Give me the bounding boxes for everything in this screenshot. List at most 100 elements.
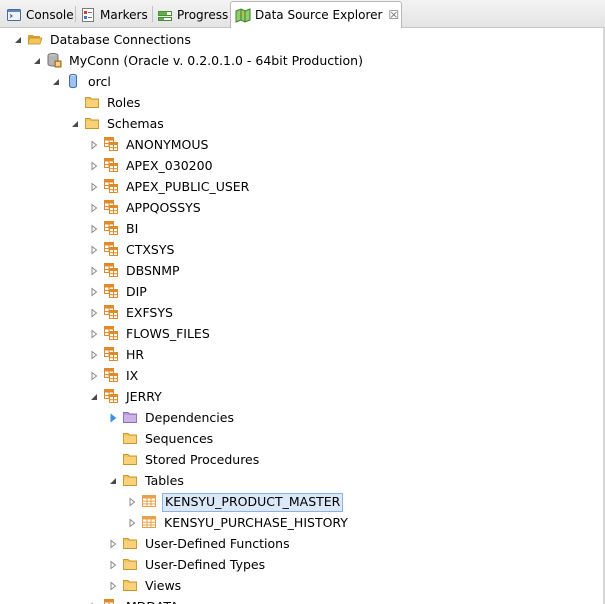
tree-node-label[interactable]: APEX_PUBLIC_USER: [124, 178, 251, 195]
tree-node[interactable]: CTXSYS: [0, 239, 600, 260]
tree-node[interactable]: ANONYMOUS: [0, 134, 600, 155]
tree-node[interactable]: BI: [0, 218, 600, 239]
schema-icon: [103, 178, 119, 194]
tree-node[interactable]: APEX_030200: [0, 155, 600, 176]
tree-node[interactable]: MyConn (Oracle v. 0.2.0.1.0 - 64bit Prod…: [0, 50, 600, 71]
console-icon: [6, 7, 22, 23]
tree-node[interactable]: User-Defined Types: [0, 554, 600, 575]
tree-node-label[interactable]: Tables: [143, 472, 186, 489]
folder-icon: [122, 556, 138, 572]
tree-node-label[interactable]: HR: [124, 346, 146, 363]
collapsed-arrow-icon[interactable]: [89, 223, 99, 234]
tree-node[interactable]: Roles: [0, 92, 600, 113]
tree-node[interactable]: APEX_PUBLIC_USER: [0, 176, 600, 197]
expanded-arrow-icon[interactable]: [70, 118, 80, 128]
tree-node-label[interactable]: BI: [124, 220, 140, 237]
tree-node[interactable]: User-Defined Functions: [0, 533, 600, 554]
tree-node[interactable]: Database Connections: [0, 29, 600, 50]
collapsed-arrow-icon[interactable]: [108, 580, 118, 591]
collapsed-arrow-icon[interactable]: [127, 517, 137, 528]
collapsed-arrow-icon[interactable]: [89, 139, 99, 150]
tree-node[interactable]: HR: [0, 344, 600, 365]
schema-icon: [103, 220, 119, 236]
tree-node-label[interactable]: KENSYU_PRODUCT_MASTER: [162, 493, 344, 512]
expanded-arrow-icon[interactable]: [108, 475, 118, 485]
tree-node-label[interactable]: MDDATA: [124, 598, 181, 604]
collapsed-arrow-icon[interactable]: [108, 412, 118, 423]
collapsed-arrow-icon[interactable]: [89, 202, 99, 213]
tree-node-label[interactable]: Views: [143, 577, 183, 594]
tab-markers[interactable]: Markers: [76, 2, 152, 27]
tree-node[interactable]: DIP: [0, 281, 600, 302]
tree-node-label[interactable]: APEX_030200: [124, 157, 215, 174]
tree-node-label[interactable]: MyConn (Oracle v. 0.2.0.1.0 - 64bit Prod…: [67, 52, 365, 69]
folder-open-icon: [27, 31, 43, 47]
tree-node[interactable]: orcl: [0, 71, 600, 92]
collapsed-arrow-icon[interactable]: [89, 286, 99, 297]
tree-node-label[interactable]: DIP: [124, 283, 149, 300]
tree-node[interactable]: Sequences: [0, 428, 600, 449]
folder-purple-icon: [122, 409, 138, 425]
tree-node-label[interactable]: JERRY: [124, 388, 164, 405]
collapsed-arrow-icon[interactable]: [108, 559, 118, 570]
expanded-arrow-icon[interactable]: [89, 391, 99, 401]
tree-node-label[interactable]: User-Defined Types: [143, 556, 267, 573]
tree-node[interactable]: EXFSYS: [0, 302, 600, 323]
expanded-arrow-icon[interactable]: [51, 76, 61, 86]
schema-icon: [103, 346, 119, 362]
tree-node-label[interactable]: CTXSYS: [124, 241, 176, 258]
collapsed-arrow-icon[interactable]: [89, 307, 99, 318]
tab-label: Markers: [100, 7, 148, 22]
markers-icon: [80, 7, 96, 23]
tree-node-label[interactable]: APPQOSSYS: [124, 199, 203, 216]
close-icon[interactable]: ☒: [388, 9, 399, 21]
tree-node-label[interactable]: Sequences: [143, 430, 215, 447]
schema-icon: [103, 241, 119, 257]
collapsed-arrow-icon[interactable]: [89, 181, 99, 192]
progress-icon: [157, 7, 173, 23]
collapsed-arrow-icon[interactable]: [89, 328, 99, 339]
tree-node[interactable]: Schemas: [0, 113, 600, 134]
tree-node-label[interactable]: Database Connections: [48, 31, 193, 48]
folder-icon: [122, 472, 138, 488]
tree-node[interactable]: JERRY: [0, 386, 600, 407]
tree-node-label[interactable]: orcl: [86, 73, 113, 90]
tree-node-label[interactable]: Schemas: [105, 115, 166, 132]
tree-node[interactable]: Tables: [0, 470, 600, 491]
tree-node[interactable]: DBSNMP: [0, 260, 600, 281]
tree-node-label[interactable]: DBSNMP: [124, 262, 182, 279]
tree-node-label[interactable]: User-Defined Functions: [143, 535, 292, 552]
collapsed-arrow-icon[interactable]: [108, 538, 118, 549]
tree-node[interactable]: IX: [0, 365, 600, 386]
tab-data-source-explorer[interactable]: Data Source Explorer ☒: [230, 1, 402, 28]
tree-node-label[interactable]: Dependencies: [143, 409, 236, 426]
folder-icon: [84, 94, 100, 110]
tree-node[interactable]: FLOWS_FILES: [0, 323, 600, 344]
expanded-arrow-icon[interactable]: [13, 34, 23, 44]
tree-node[interactable]: Views: [0, 575, 600, 596]
collapsed-arrow-icon[interactable]: [89, 349, 99, 360]
tree-node-label[interactable]: KENSYU_PURCHASE_HISTORY: [162, 514, 350, 531]
collapsed-arrow-icon[interactable]: [89, 244, 99, 255]
schema-icon: [103, 388, 119, 404]
collapsed-arrow-icon[interactable]: [89, 160, 99, 171]
tree-node-label[interactable]: ANONYMOUS: [124, 136, 210, 153]
collapsed-arrow-icon[interactable]: [127, 496, 137, 507]
tree-node[interactable]: Stored Procedures: [0, 449, 600, 470]
expanded-arrow-icon[interactable]: [32, 55, 42, 65]
tree-node[interactable]: MDDATA: [0, 596, 600, 604]
tree-node-label[interactable]: FLOWS_FILES: [124, 325, 212, 342]
tree-node[interactable]: KENSYU_PRODUCT_MASTER: [0, 491, 600, 512]
collapsed-arrow-icon[interactable]: [89, 370, 99, 381]
tree-node-label[interactable]: Stored Procedures: [143, 451, 261, 468]
tree-node[interactable]: Dependencies: [0, 407, 600, 428]
tree-node-label[interactable]: EXFSYS: [124, 304, 175, 321]
collapsed-arrow-icon[interactable]: [89, 265, 99, 276]
tab-progress[interactable]: Progress: [153, 2, 229, 27]
tree-node[interactable]: APPQOSSYS: [0, 197, 600, 218]
tree-node-label[interactable]: Roles: [105, 94, 142, 111]
data-source-tree: Database Connections MyConn (Oracle v. 0.…: [0, 29, 603, 604]
tree-node-label[interactable]: IX: [124, 367, 140, 384]
tree-node[interactable]: KENSYU_PURCHASE_HISTORY: [0, 512, 600, 533]
tab-console[interactable]: Console: [2, 2, 74, 27]
